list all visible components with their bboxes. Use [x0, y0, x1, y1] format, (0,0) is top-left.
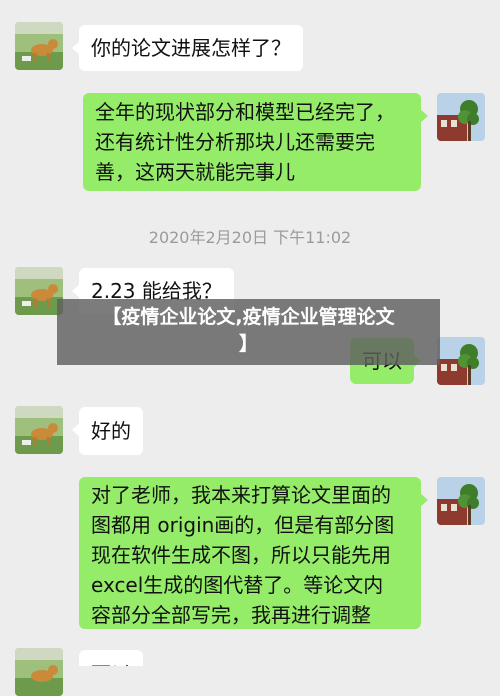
- message-line: 善，这两天就能完事儿: [95, 160, 295, 184]
- message-line: 还有统计性分析那块儿还需要完: [95, 130, 375, 154]
- message-bubble-outgoing[interactable]: 对了老师，我本来打算论文里面的 图都用 origin画的，但是有部分图 现在软件…: [79, 477, 428, 629]
- message-line: 对了老师，我本来打算论文里面的: [91, 483, 391, 507]
- dog-avatar-icon[interactable]: [15, 22, 63, 70]
- banner-title-line-2: 】: [238, 333, 258, 355]
- message-line: 图都用 origin画的，但是有部分图: [91, 513, 395, 537]
- tree-house-avatar-icon[interactable]: [437, 93, 485, 141]
- dog-avatar-icon[interactable]: [15, 648, 63, 696]
- message-line: 可以: [91, 659, 131, 666]
- message-bubble-incoming[interactable]: 可以: [79, 650, 143, 666]
- message-line: 现在软件生成不图，所以只能先用: [91, 543, 391, 567]
- message-line: 容部分全部写完，我再进行调整: [91, 603, 371, 627]
- banner-title-line-1: 【疫情企业论文,疫情企业管理论文: [102, 306, 395, 328]
- message-line: 好的: [91, 419, 131, 443]
- message-line: excel生成的图代替了。等论文内: [91, 573, 384, 597]
- message-line: 全年的现状部分和模型已经完了，: [95, 100, 395, 124]
- dog-avatar-icon[interactable]: [15, 406, 63, 454]
- message-bubble-incoming[interactable]: 好的: [72, 407, 143, 455]
- tree-house-avatar-icon[interactable]: [437, 477, 485, 525]
- message-bubble-outgoing[interactable]: 全年的现状部分和模型已经完了， 还有统计性分析那块儿还需要完 善，这两天就能完事…: [83, 93, 428, 191]
- tree-house-avatar-icon[interactable]: [437, 337, 485, 385]
- message-line: 你的论文进展怎样了？: [91, 36, 291, 60]
- title-overlay-banner: 【疫情企业论文,疫情企业管理论文 】: [57, 299, 440, 365]
- message-bubble-incoming[interactable]: 你的论文进展怎样了？: [72, 25, 303, 71]
- dog-avatar-icon[interactable]: [15, 267, 63, 315]
- message-timestamp: 2020年2月20日 下午11:02: [148, 228, 352, 247]
- chat-conversation: 你的论文进展怎样了？ 全年的现状部分和模型已经完了， 还有统计性分析那块儿还需要…: [0, 0, 500, 696]
